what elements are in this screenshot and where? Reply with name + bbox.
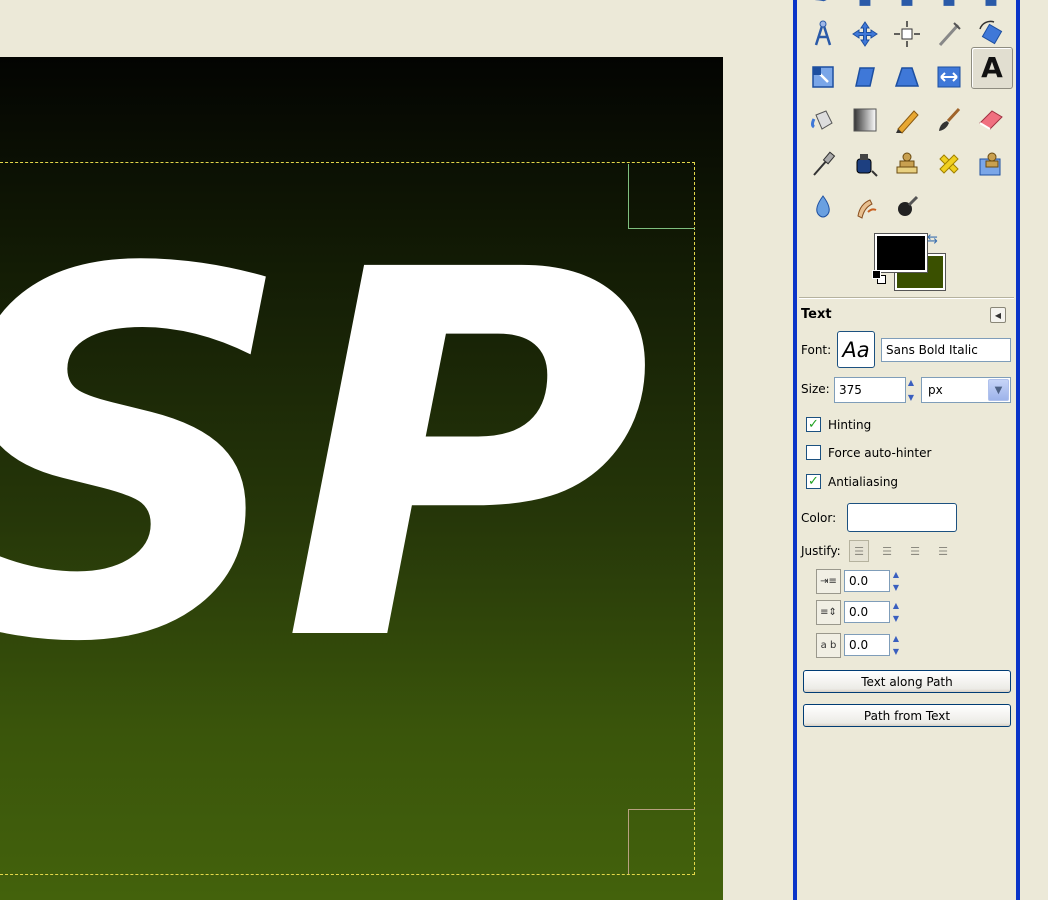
perspective-tool-icon[interactable] bbox=[887, 57, 927, 97]
perspective-clone-tool-icon[interactable] bbox=[971, 144, 1011, 184]
tool-options-menu-icon[interactable]: ◀ bbox=[990, 307, 1006, 323]
resize-handle-top-right[interactable] bbox=[628, 164, 695, 229]
compass-tool-icon[interactable] bbox=[803, 14, 843, 54]
blur-tool-icon[interactable] bbox=[803, 187, 843, 227]
size-field[interactable]: 375 bbox=[834, 377, 906, 403]
color-selector: ⇆ bbox=[867, 232, 947, 292]
line-spacing-field[interactable]: 0.0 bbox=[844, 601, 890, 623]
chevron-down-icon[interactable]: ▼ bbox=[988, 379, 1009, 401]
dodge-burn-tool-icon[interactable] bbox=[887, 187, 927, 227]
size-unit-select[interactable]: px ▼ bbox=[921, 377, 1011, 403]
size-label: Size: bbox=[801, 382, 830, 396]
airbrush-tool-icon[interactable] bbox=[803, 144, 843, 184]
smudge-tool-icon[interactable] bbox=[845, 187, 885, 227]
letter-spacing-icon: a b bbox=[816, 633, 841, 658]
tool-options-title: Text bbox=[801, 307, 832, 322]
default-colors-icon-fg[interactable] bbox=[872, 270, 881, 279]
line-spacing-icon: ≡⇕ bbox=[816, 600, 841, 625]
indent-icon: ⇥≡ bbox=[816, 569, 841, 594]
pencil-tool-icon[interactable] bbox=[887, 100, 927, 140]
path-from-text-button[interactable]: Path from Text bbox=[803, 704, 1011, 727]
font-preview-button[interactable]: Aa bbox=[837, 331, 875, 368]
bucket-fill-tool-icon[interactable] bbox=[803, 100, 843, 140]
eraser-tool-icon[interactable] bbox=[971, 100, 1011, 140]
letter-spacing-field[interactable]: 0.0 bbox=[844, 634, 890, 656]
foreground-color-swatch[interactable] bbox=[874, 233, 928, 273]
crop-tool-icon[interactable] bbox=[929, 14, 969, 54]
color-label: Color: bbox=[801, 511, 837, 525]
size-spinner[interactable]: ▲ ▼ bbox=[905, 378, 917, 402]
separator bbox=[799, 297, 1014, 299]
clone-tool-icon[interactable] bbox=[887, 144, 927, 184]
justify-label: Justify: bbox=[801, 544, 841, 558]
shear-tool-icon[interactable] bbox=[845, 57, 885, 97]
toolbox-window: ✒ ▪ ▪ ▪ ▪ bbox=[793, 0, 1020, 900]
text-color-button[interactable] bbox=[847, 503, 957, 532]
indent-field[interactable]: 0.0 bbox=[844, 570, 890, 592]
desktop-background bbox=[1020, 0, 1048, 900]
font-name-field[interactable]: Sans Bold Italic bbox=[881, 338, 1011, 362]
move-tool-icon[interactable] bbox=[845, 14, 885, 54]
force-autohinter-checkbox[interactable] bbox=[806, 445, 821, 460]
heal-tool-icon[interactable] bbox=[929, 144, 969, 184]
justify-fill-icon[interactable]: ☰ bbox=[933, 540, 953, 562]
swap-colors-icon[interactable]: ⇆ bbox=[927, 232, 938, 247]
text-tool-icon[interactable]: A bbox=[971, 47, 1013, 89]
letter-spacing-spinner[interactable]: ▲ ▼ bbox=[890, 634, 902, 656]
justify-right-icon[interactable]: ☰ bbox=[877, 540, 897, 562]
indent-spinner[interactable]: ▲ ▼ bbox=[890, 570, 902, 592]
antialiasing-checkbox[interactable]: ✓ bbox=[806, 474, 821, 489]
antialiasing-label: Antialiasing bbox=[828, 475, 899, 489]
paintbrush-tool-icon[interactable] bbox=[929, 100, 969, 140]
justify-left-icon[interactable]: ☰ bbox=[849, 540, 869, 562]
justify-center-icon[interactable]: ☰ bbox=[905, 540, 925, 562]
text-along-path-button[interactable]: Text along Path bbox=[803, 670, 1011, 693]
scale-tool-icon[interactable] bbox=[803, 57, 843, 97]
blend-tool-icon[interactable] bbox=[845, 100, 885, 140]
image-canvas[interactable]: SP bbox=[0, 57, 723, 900]
canvas-area[interactable]: SP bbox=[0, 0, 795, 900]
text-bounding-box[interactable] bbox=[0, 162, 695, 875]
line-spacing-spinner[interactable]: ▲ ▼ bbox=[890, 601, 902, 623]
force-autohinter-label: Force auto-hinter bbox=[828, 446, 932, 460]
font-label: Font: bbox=[801, 343, 832, 357]
flip-tool-icon[interactable] bbox=[929, 57, 969, 97]
hinting-checkbox[interactable]: ✓ bbox=[806, 417, 821, 432]
ink-tool-icon[interactable] bbox=[845, 144, 885, 184]
hinting-label: Hinting bbox=[828, 418, 872, 432]
align-tool-icon[interactable] bbox=[887, 14, 927, 54]
size-unit-value: px bbox=[928, 383, 943, 397]
resize-handle-bottom-right[interactable] bbox=[628, 809, 695, 874]
